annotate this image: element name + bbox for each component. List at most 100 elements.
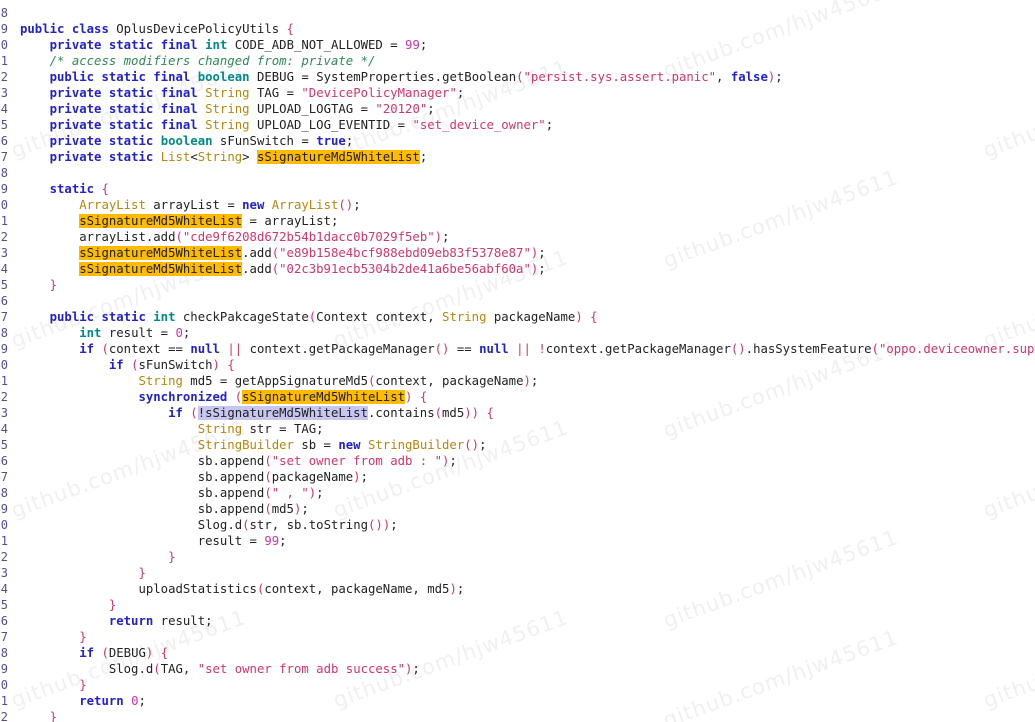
code-line-content[interactable]: return result; [8,613,1035,629]
code-line-row[interactable]: 342 synchronized (sSignatureMd5WhiteList… [0,389,1035,405]
code-line-content[interactable]: } [8,629,1035,645]
code-line-content[interactable]: String str = TAG; [8,421,1035,437]
code-line-row[interactable]: 340 if (sFunSwitch) { [0,357,1035,373]
code-line-content[interactable]: synchronized (sSignatureMd5WhiteList) { [8,389,1035,405]
line-number: 351 [0,534,8,548]
code-line-content[interactable]: public class OplusDevicePolicyUtils { [8,21,1035,37]
code-line-row[interactable]: 329 static { [0,181,1035,197]
code-line-content[interactable]: private static final int CODE_ADB_NOT_AL… [8,37,1035,53]
code-line-content[interactable]: sSignatureMd5WhiteList = arrayList; [8,213,1035,229]
code-line-row[interactable]: 328 [0,165,1035,181]
code-line-content[interactable]: private static final String UPLOAD_LOG_E… [8,117,1035,133]
code-line-row[interactable]: 330 ArrayList arrayList = new ArrayList(… [0,197,1035,213]
code-line-row[interactable]: 324 private static final String UPLOAD_L… [0,101,1035,117]
code-line-content[interactable]: return 0; [8,693,1035,709]
code-line-content[interactable]: /* access modifiers changed from: privat… [8,53,1035,69]
code-line-row[interactable]: 338 int result = 0; [0,325,1035,341]
line-number: 346 [0,454,8,468]
code-line-row[interactable]: 356 return result; [0,613,1035,629]
code-line-row[interactable]: 323 private static final String TAG = "D… [0,85,1035,101]
code-line-content[interactable]: } [8,597,1035,613]
code-line-content[interactable]: private static final String TAG = "Devic… [8,85,1035,101]
code-line-content[interactable]: String md5 = getAppSignatureMd5(context,… [8,373,1035,389]
code-line-row[interactable]: 354 uploadStatistics(context, packageNam… [0,581,1035,597]
code-line-row[interactable]: 320 private static final int CODE_ADB_NO… [0,37,1035,53]
code-line-content[interactable]: public static int checkPakcageState(Cont… [8,309,1035,325]
code-line-content[interactable]: if (!sSignatureMd5WhiteList.contains(md5… [8,405,1035,421]
code-line-content[interactable]: sb.append(packageName); [8,469,1035,485]
code-line-row[interactable]: 361 return 0; [0,693,1035,709]
code-line-content[interactable]: public static final boolean DEBUG = Syst… [8,69,1035,85]
code-line-content[interactable]: sSignatureMd5WhiteList.add("e89b158e4bcf… [8,245,1035,261]
line-number: 350 [0,518,8,532]
line-number: 358 [0,646,8,660]
line-number: 337 [0,310,8,324]
code-line-row[interactable]: 359 Slog.d(TAG, "set owner from adb succ… [0,661,1035,677]
code-line-row[interactable]: 336 [0,293,1035,309]
code-line-content[interactable]: if (DEBUG) { [8,645,1035,661]
code-line-content[interactable]: Slog.d(str, sb.toString()); [8,517,1035,533]
code-line-row[interactable]: 344 String str = TAG; [0,421,1035,437]
line-number: 345 [0,438,8,452]
code-line-row[interactable]: 352 } [0,549,1035,565]
line-number: 338 [0,326,8,340]
code-line-content[interactable]: arrayList.add("cde9f6208d672b54b1dacc0b7… [8,229,1035,245]
code-line-row[interactable]: 355 } [0,597,1035,613]
code-line-row[interactable]: 326 private static boolean sFunSwitch = … [0,133,1035,149]
code-line-row[interactable]: 321 /* access modifiers changed from: pr… [0,53,1035,69]
code-line-row[interactable]: 347 sb.append(packageName); [0,469,1035,485]
code-line-row[interactable]: 334 sSignatureMd5WhiteList.add("02c3b91e… [0,261,1035,277]
line-number: 362 [0,710,8,722]
code-listing[interactable]: 318319public class OplusDevicePolicyUtil… [0,0,1035,722]
code-line-row[interactable]: 345 StringBuilder sb = new StringBuilder… [0,437,1035,453]
code-line-row[interactable]: 343 if (!sSignatureMd5WhiteList.contains… [0,405,1035,421]
line-number: 339 [0,342,8,356]
code-line-content[interactable]: private static boolean sFunSwitch = true… [8,133,1035,149]
code-line-content[interactable]: ArrayList arrayList = new ArrayList(); [8,197,1035,213]
code-line-content[interactable]: uploadStatistics(context, packageName, m… [8,581,1035,597]
code-line-row[interactable]: 318 [0,5,1035,21]
code-line-row[interactable]: 333 sSignatureMd5WhiteList.add("e89b158e… [0,245,1035,261]
code-line-row[interactable]: 325 private static final String UPLOAD_L… [0,117,1035,133]
code-line-row[interactable]: 357 } [0,629,1035,645]
code-line-row[interactable]: 322 public static final boolean DEBUG = … [0,69,1035,85]
code-line-row[interactable]: 346 sb.append("set owner from adb : "); [0,453,1035,469]
code-line-content[interactable]: Slog.d(TAG, "set owner from adb success"… [8,661,1035,677]
code-line-row[interactable]: 337 public static int checkPakcageState(… [0,309,1035,325]
code-line-content[interactable]: static { [8,181,1035,197]
code-line-row[interactable]: 339 if (context == null || context.getPa… [0,341,1035,357]
code-line-content[interactable]: if (sFunSwitch) { [8,357,1035,373]
code-line-content[interactable]: private static final String UPLOAD_LOGTA… [8,101,1035,117]
code-line-content[interactable]: } [8,565,1035,581]
code-line-content[interactable]: sb.append("set owner from adb : "); [8,453,1035,469]
code-line-content[interactable]: } [8,549,1035,565]
code-line-row[interactable]: 360 } [0,677,1035,693]
code-line-row[interactable]: 358 if (DEBUG) { [0,645,1035,661]
code-line-content[interactable]: } [8,709,1035,722]
code-line-row[interactable]: 362 } [0,709,1035,722]
code-line-content[interactable]: StringBuilder sb = new StringBuilder(); [8,437,1035,453]
line-number: 335 [0,278,8,292]
code-line-content[interactable]: sSignatureMd5WhiteList.add("02c3b91ecb53… [8,261,1035,277]
code-line-row[interactable]: 319public class OplusDevicePolicyUtils { [0,21,1035,37]
code-line-row[interactable]: 335 } [0,277,1035,293]
code-line-content[interactable]: sb.append(" , "); [8,485,1035,501]
code-line-content[interactable]: } [8,677,1035,693]
code-line-row[interactable]: 332 arrayList.add("cde9f6208d672b54b1dac… [0,229,1035,245]
code-line-content[interactable]: result = 99; [8,533,1035,549]
code-line-content[interactable]: int result = 0; [8,325,1035,341]
line-number: 343 [0,406,8,420]
code-line-row[interactable]: 341 String md5 = getAppSignatureMd5(cont… [0,373,1035,389]
code-line-content[interactable]: if (context == null || context.getPackag… [8,341,1035,357]
code-line-content[interactable]: } [8,277,1035,293]
code-line-content[interactable]: private static List<String> sSignatureMd… [8,149,1035,165]
code-line-row[interactable]: 350 Slog.d(str, sb.toString()); [0,517,1035,533]
code-line-row[interactable]: 348 sb.append(" , "); [0,485,1035,501]
code-line-row[interactable]: 351 result = 99; [0,533,1035,549]
code-line-row[interactable]: 327 private static List<String> sSignatu… [0,149,1035,165]
code-line-row[interactable]: 349 sb.append(md5); [0,501,1035,517]
line-number: 327 [0,150,8,164]
code-line-row[interactable]: 331 sSignatureMd5WhiteList = arrayList; [0,213,1035,229]
code-line-row[interactable]: 353 } [0,565,1035,581]
code-line-content[interactable]: sb.append(md5); [8,501,1035,517]
